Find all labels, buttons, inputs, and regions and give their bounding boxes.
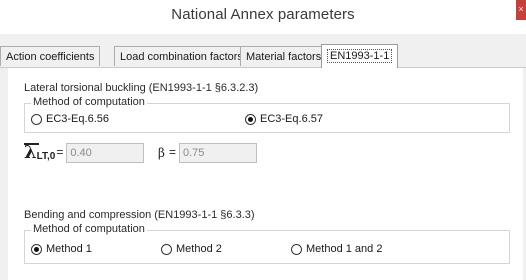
ltb-section-title: Lateral torsional buckling (EN1993-1-1 §… (24, 82, 259, 94)
bc-method-group: Method of computation Method 1 Method 2 … (24, 223, 510, 264)
tab-action-coefficients[interactable]: Action coefficients (0, 46, 101, 66)
tab-en1993-1-1[interactable]: EN1993-1-1 (321, 44, 399, 68)
tab-label: Action coefficients (6, 51, 95, 63)
tab-label: Load combination factors (120, 51, 243, 63)
beta-symbol: β (158, 146, 165, 160)
ltb-option-eq656-label: EC3-Eq.6.56 (46, 113, 109, 125)
bc-section-title: Bending and compression (EN1993-1-1 §6.3… (24, 209, 255, 221)
close-icon: × (518, 4, 524, 14)
ltb-method-label: Method of computation (31, 96, 147, 108)
beta-param: β = 0.75 (158, 143, 257, 163)
ltb-option-eq657-label: EC3-Eq.6.57 (260, 113, 323, 125)
radio-unchecked-icon (161, 243, 172, 255)
bc-option-method-1-label: Method 1 (46, 243, 92, 255)
tab-load-combination-factors[interactable]: Load combination factors (114, 46, 249, 66)
tab-label: Material factors (246, 51, 322, 63)
lambda-lt0-input[interactable]: 0.40 (66, 143, 145, 163)
tab-material-factors[interactable]: Material factors (240, 46, 328, 66)
tab-label: EN1993-1-1 (327, 49, 393, 63)
bc-option-method-1[interactable]: Method 1 (31, 243, 92, 255)
bc-option-method-2[interactable]: Method 2 (161, 243, 222, 255)
radio-unchecked-icon (31, 113, 42, 125)
radio-checked-icon (245, 113, 256, 125)
window-title: National Annex parameters (171, 6, 355, 23)
lambda-lt0-param: λ LT,0 = 0.40 (24, 143, 145, 163)
tab-strip: Action coefficients Load combination fac… (0, 44, 526, 68)
bc-option-method-1-and-2-label: Method 1 and 2 (306, 243, 383, 255)
tab-panel: Lateral torsional buckling (EN1993-1-1 §… (8, 68, 523, 280)
bc-option-method-1-and-2[interactable]: Method 1 and 2 (291, 243, 382, 255)
bc-option-method-2-label: Method 2 (176, 243, 222, 255)
ltb-method-group: Method of computation EC3-Eq.6.56 EC3-Eq… (24, 96, 510, 133)
ltb-option-eq656[interactable]: EC3-Eq.6.56 (31, 113, 109, 125)
overline (24, 143, 39, 145)
lambda-equals: = (56, 145, 64, 159)
beta-equals: = (168, 145, 176, 159)
lambda-subscript: LT,0 (36, 150, 56, 162)
lambda-symbol: λ (24, 143, 39, 162)
beta-input[interactable]: 0.75 (178, 143, 257, 163)
bc-method-label: Method of computation (31, 223, 147, 235)
close-button[interactable]: × (516, 0, 526, 20)
title-bar: National Annex parameters × (0, 0, 526, 34)
radio-unchecked-icon (291, 243, 302, 255)
radio-checked-icon (31, 243, 42, 255)
ltb-option-eq657[interactable]: EC3-Eq.6.57 (245, 113, 323, 125)
